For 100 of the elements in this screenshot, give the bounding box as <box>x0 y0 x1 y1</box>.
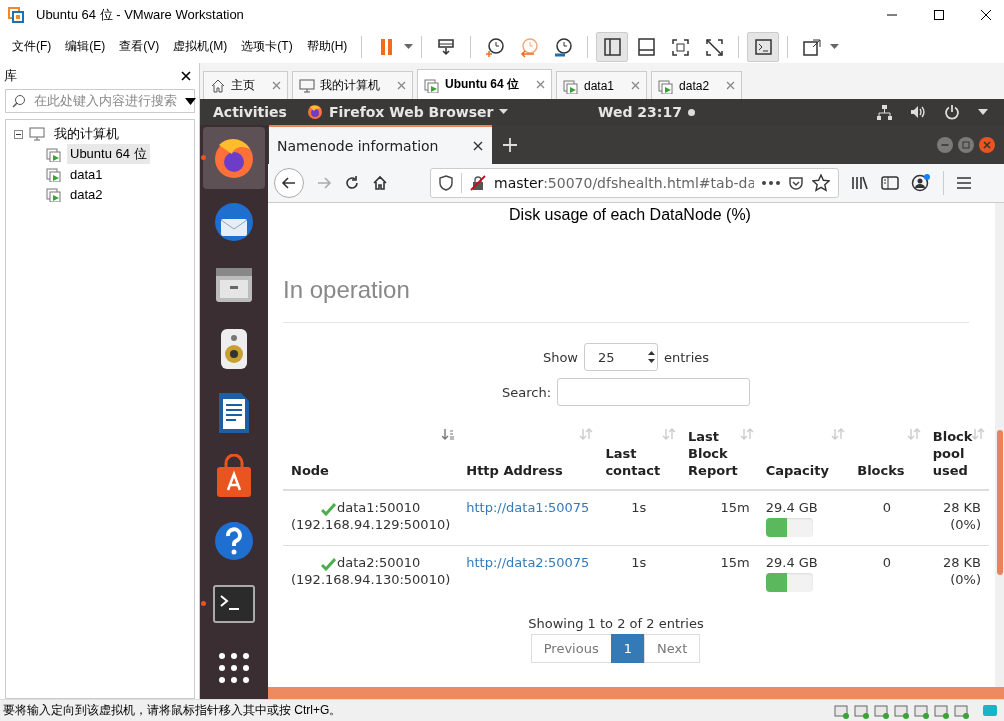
close-icon[interactable] <box>980 9 992 21</box>
clock[interactable]: Wed 23:17 <box>598 104 682 120</box>
table-cell: 28 KB <box>942 555 981 570</box>
activities-button[interactable]: Activities <box>213 104 287 120</box>
computer-icon <box>29 127 45 141</box>
column-header[interactable]: Last Block Report <box>688 428 750 479</box>
menu-item[interactable]: 编辑(E) <box>59 35 112 58</box>
new-tab-icon[interactable] <box>502 136 518 153</box>
browser-tab[interactable]: Namenode information <box>269 125 492 164</box>
bottom-panel-icon[interactable] <box>635 35 658 58</box>
menu-item[interactable]: 文件(F) <box>6 35 58 58</box>
column-header[interactable]: Node <box>291 462 451 479</box>
more-icon[interactable] <box>762 181 780 185</box>
column-header[interactable]: Capacity <box>765 462 842 479</box>
back-button[interactable] <box>274 168 304 198</box>
scrollbar-thumb[interactable] <box>997 430 1003 575</box>
node-address: (192.168.94.129:50010) <box>291 517 451 532</box>
toggle-button[interactable] <box>747 31 780 62</box>
url-text: master <box>494 175 544 191</box>
caret-icon[interactable] <box>499 109 509 115</box>
clock-plus-icon[interactable] <box>484 35 507 58</box>
entries-label: entries <box>664 349 710 365</box>
minimize-icon[interactable] <box>937 136 953 153</box>
vm-icon <box>46 146 61 162</box>
collapse-icon[interactable] <box>14 129 23 139</box>
page-button[interactable]: 1 <box>610 634 645 663</box>
column-header[interactable]: Blocks <box>857 462 917 479</box>
reload-icon[interactable] <box>344 175 360 191</box>
pocket-icon[interactable] <box>788 175 804 191</box>
clock-wrench-icon[interactable] <box>552 35 575 58</box>
table-info: Showing 1 to 2 of 2 entries <box>528 616 704 631</box>
table-cell: 28 KB <box>942 500 981 515</box>
address-bar[interactable]: master:50070/dfshealth.html#tab-da <box>430 168 839 198</box>
column-header[interactable]: Block pool used <box>932 428 981 479</box>
network-icon[interactable] <box>876 104 892 120</box>
star-icon[interactable] <box>812 174 830 192</box>
device-icon[interactable] <box>874 702 890 719</box>
device-icon[interactable] <box>834 702 850 719</box>
vm-icon <box>46 186 61 202</box>
caret-icon[interactable] <box>404 43 414 50</box>
table-cell: 0 <box>882 500 892 515</box>
device-icon[interactable] <box>934 702 950 719</box>
tab-close-icon[interactable] <box>472 139 484 152</box>
menu-item[interactable]: 查看(V) <box>113 35 166 58</box>
menu-item[interactable]: 虚拟机(M) <box>167 35 234 58</box>
vm-icon <box>46 166 61 182</box>
status-message: 要将输入定向到该虚拟机，请将鼠标指针移入其中或按 Ctrl+G。 <box>3 702 343 719</box>
menu-item[interactable]: 选项卡(T) <box>235 35 299 58</box>
search-field[interactable]: 在此处键入内容进行搜索 <box>5 89 195 113</box>
vm-icon <box>424 76 440 93</box>
menu-icon[interactable] <box>956 176 972 190</box>
device-icon[interactable] <box>954 702 970 719</box>
maximize-icon[interactable] <box>933 9 945 21</box>
device-icon[interactable] <box>854 702 870 719</box>
node-name: data2:50010 <box>337 554 421 571</box>
toggle-button[interactable] <box>596 31 629 62</box>
caret-icon[interactable] <box>978 109 988 115</box>
caret-icon[interactable] <box>830 43 840 50</box>
library-icon[interactable] <box>851 175 869 191</box>
tab[interactable]: Ubuntu 64 位 <box>417 69 552 99</box>
tab[interactable]: 主页 <box>203 71 288 99</box>
column-header[interactable]: Http Address <box>466 462 590 479</box>
home-icon[interactable] <box>372 175 388 191</box>
tree-item[interactable]: data1 <box>67 165 106 183</box>
device-icon[interactable] <box>914 702 930 719</box>
menu-item[interactable]: 帮助(H) <box>300 35 354 58</box>
tab[interactable]: data2 <box>651 71 743 99</box>
speaker-icon[interactable] <box>910 104 926 120</box>
capacity-text: 29.4 GB <box>765 555 818 570</box>
crossed-lock-icon <box>470 175 486 191</box>
sort-ascending-icon[interactable] <box>442 428 455 440</box>
search-field[interactable] <box>557 378 750 406</box>
clock-arrow-icon[interactable] <box>518 35 541 58</box>
table-cell: 15m <box>720 555 750 570</box>
firefox-icon <box>306 104 323 120</box>
tab[interactable]: 我的计算机 <box>292 71 413 99</box>
power-icon[interactable] <box>944 104 960 120</box>
page-size-select[interactable]: 25 <box>584 343 658 371</box>
table-cell: 15m <box>720 500 750 515</box>
window-title: Ubuntu 64 位 - VMware Workstation <box>36 6 244 24</box>
node-link[interactable]: http://data2:50075 <box>466 555 590 570</box>
close-icon[interactable] <box>181 71 191 81</box>
table-cell: 1s <box>631 500 647 515</box>
tab[interactable]: data1 <box>556 71 648 99</box>
table-cell: (0%) <box>950 517 981 532</box>
tree-item[interactable]: Ubuntu 64 位 <box>67 144 150 164</box>
computer-icon <box>299 77 315 94</box>
shield-icon <box>439 175 453 191</box>
capacity-text: 29.4 GB <box>765 500 818 515</box>
tree-item[interactable]: 我的计算机 <box>51 124 122 144</box>
spinner-caret-icon <box>648 350 655 364</box>
node-address: (192.168.94.130:50010) <box>291 572 451 587</box>
dropdown-caret-icon[interactable] <box>185 97 196 105</box>
node-link[interactable]: http://data1:50075 <box>466 500 590 515</box>
column-header[interactable]: Last contact <box>605 445 673 479</box>
account-icon[interactable] <box>911 174 931 192</box>
sidebar-icon[interactable] <box>881 175 899 191</box>
app-menu[interactable]: Firefox Web Browser <box>328 104 494 120</box>
device-icon[interactable] <box>894 702 910 719</box>
tree-item[interactable]: data2 <box>67 185 106 203</box>
